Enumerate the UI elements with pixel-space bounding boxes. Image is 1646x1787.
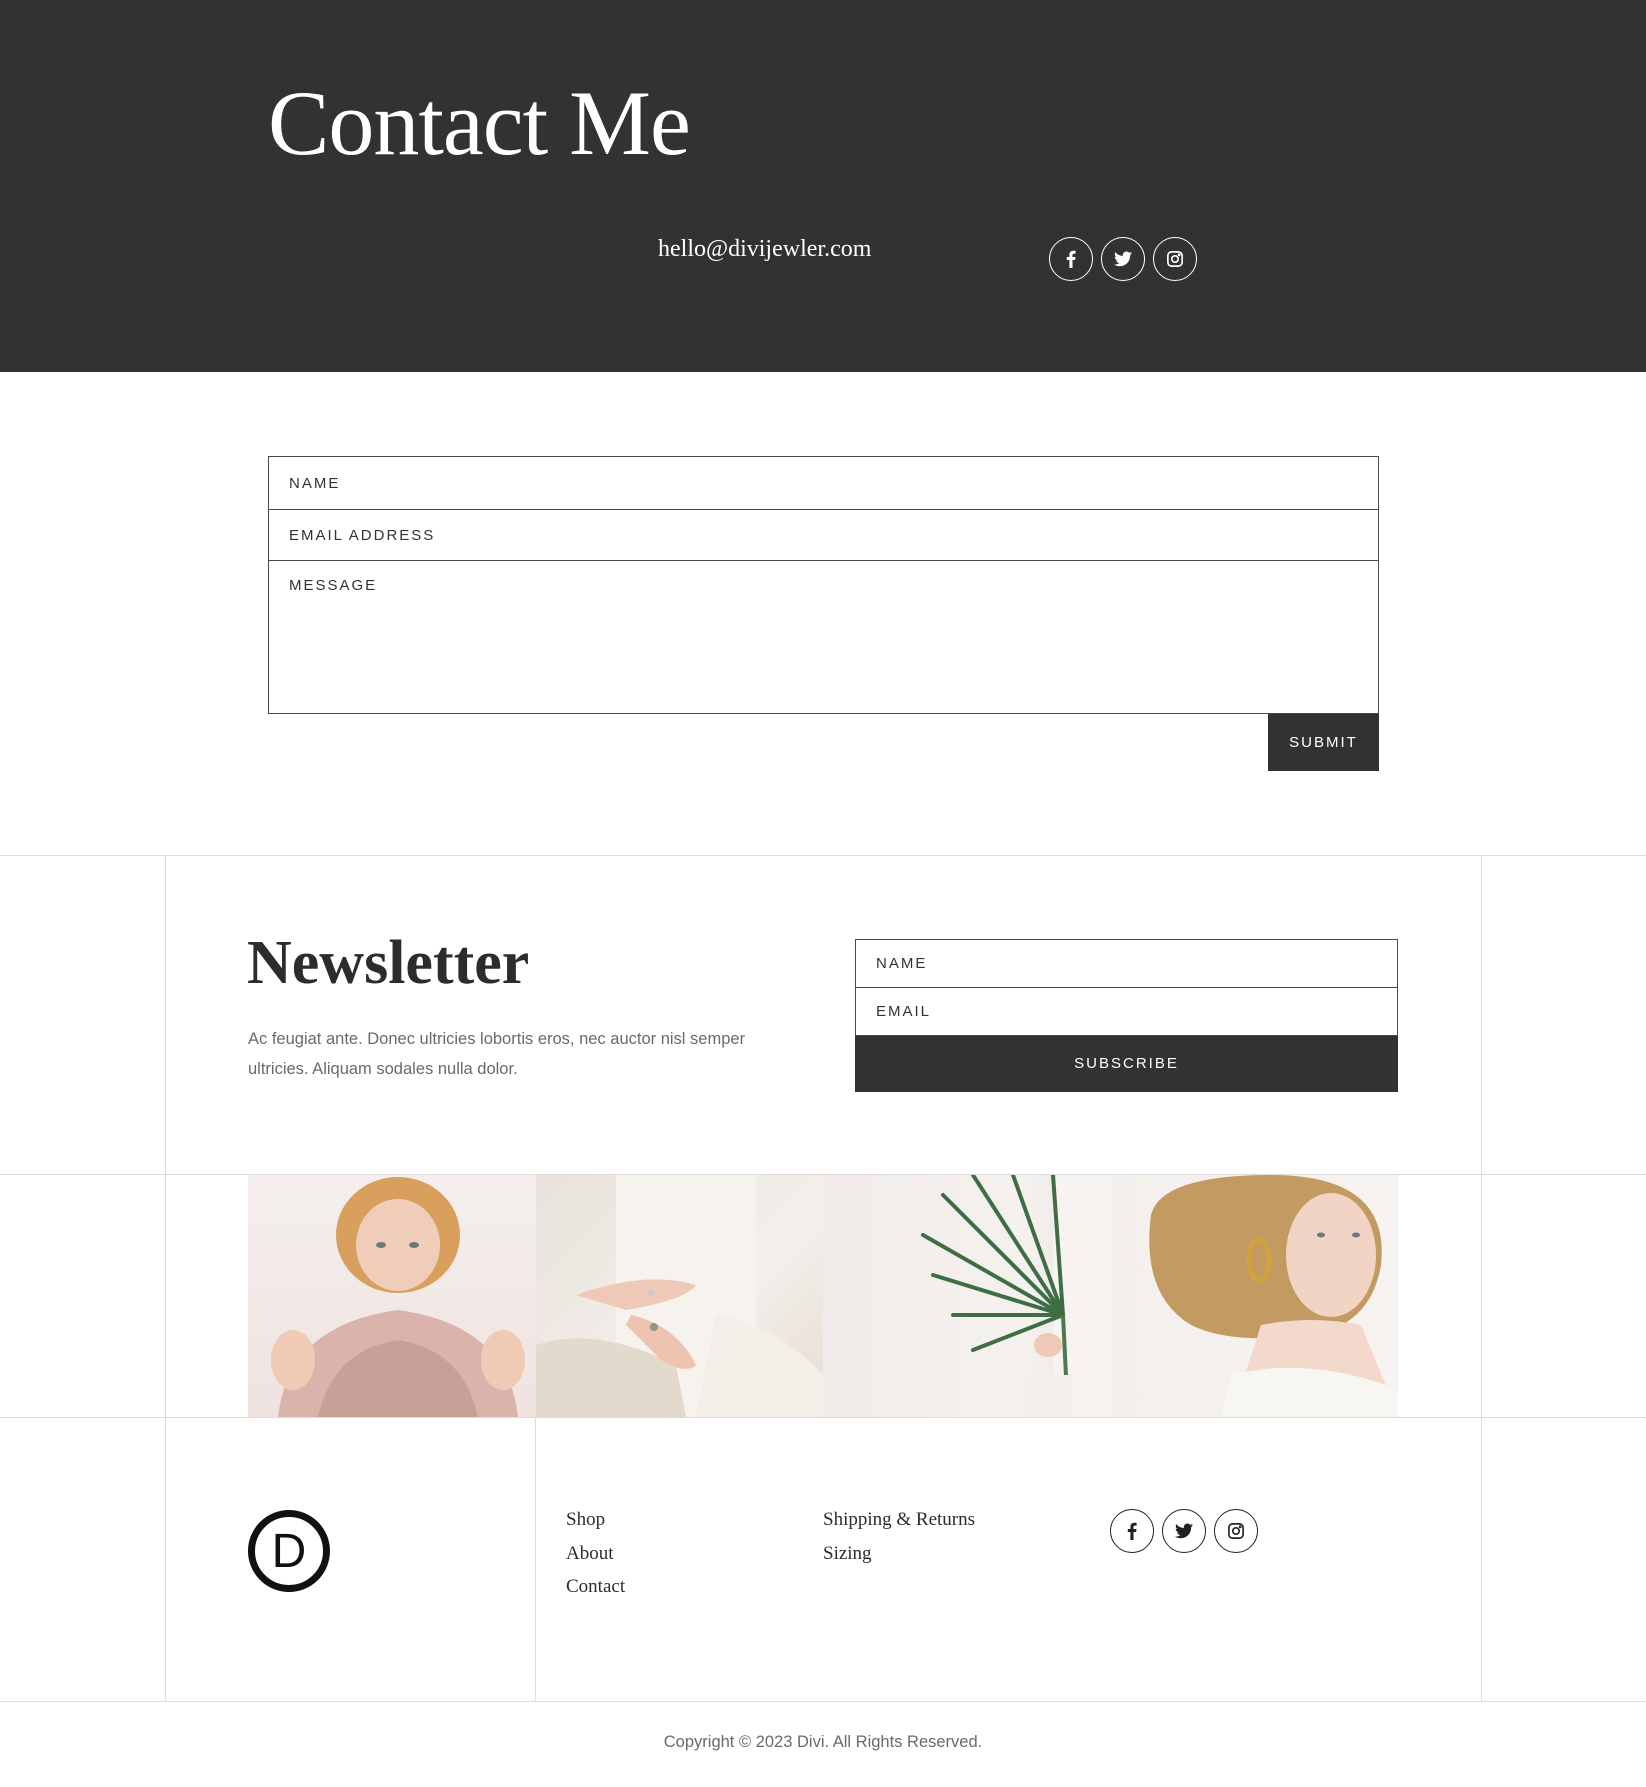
copyright-text: Copyright © 2023 Divi. All Rights Reserv… <box>663 1733 983 1751</box>
divider <box>1481 855 1482 1702</box>
twitter-icon <box>1175 1523 1193 1539</box>
footer-link-shop[interactable]: Shop <box>566 1507 625 1533</box>
instagram-button[interactable] <box>1153 237 1197 281</box>
divider <box>0 1417 1646 1418</box>
submit-button[interactable]: SUBMIT <box>1268 714 1379 771</box>
hands-with-rings-photo <box>535 1175 823 1417</box>
divider <box>0 855 1646 856</box>
facebook-icon <box>1127 1522 1137 1540</box>
photo-gallery <box>248 1175 1398 1417</box>
facebook-button[interactable] <box>1110 1509 1154 1553</box>
name-field[interactable] <box>268 456 1379 510</box>
message-field[interactable] <box>268 560 1379 714</box>
logo-letter: D <box>271 1524 307 1578</box>
newsletter-title: Newsletter <box>247 929 530 997</box>
header-social-links <box>1049 237 1197 281</box>
newsletter-description: Ac feugiat ante. Donec ultricies loborti… <box>248 1030 746 1078</box>
newsletter-name-field[interactable] <box>855 939 1398 988</box>
instagram-icon <box>1167 251 1183 267</box>
divider <box>0 1701 1646 1702</box>
contact-email-link[interactable]: hello@divijewler.com <box>658 236 871 263</box>
footer-link-shipping-returns[interactable]: Shipping & Returns <box>823 1507 975 1533</box>
email-address-field[interactable] <box>268 508 1379 562</box>
palm-leaf-photo <box>823 1175 1111 1417</box>
instagram-icon <box>1228 1523 1244 1539</box>
footer-nav-primary: Shop About Contact <box>566 1507 625 1600</box>
facebook-icon <box>1066 250 1076 268</box>
twitter-button[interactable] <box>1101 237 1145 281</box>
page-title: Contact Me <box>268 72 691 174</box>
newsletter-form: SUBSCRIBE <box>855 939 1398 1092</box>
woman-with-gold-earring-photo <box>1110 1175 1398 1417</box>
contact-header: Contact Me hello@divijewler.com <box>0 0 1646 372</box>
twitter-button[interactable] <box>1162 1509 1206 1553</box>
instagram-button[interactable] <box>1214 1509 1258 1553</box>
newsletter-email-field[interactable] <box>855 986 1398 1036</box>
subscribe-button[interactable]: SUBSCRIBE <box>855 1035 1398 1092</box>
divider <box>165 855 166 1702</box>
footer-nav-secondary: Shipping & Returns Sizing <box>823 1507 975 1566</box>
divider <box>535 1417 536 1702</box>
facebook-button[interactable] <box>1049 237 1093 281</box>
footer-link-about[interactable]: About <box>566 1541 625 1567</box>
footer-social-links <box>1110 1509 1258 1553</box>
twitter-icon <box>1114 251 1132 267</box>
footer-link-sizing[interactable]: Sizing <box>823 1541 975 1567</box>
contact-form: SUBMIT <box>268 456 1379 771</box>
footer-link-contact[interactable]: Contact <box>566 1574 625 1600</box>
woman-with-pink-hat-photo <box>248 1175 536 1417</box>
divi-logo[interactable]: D <box>248 1510 330 1592</box>
